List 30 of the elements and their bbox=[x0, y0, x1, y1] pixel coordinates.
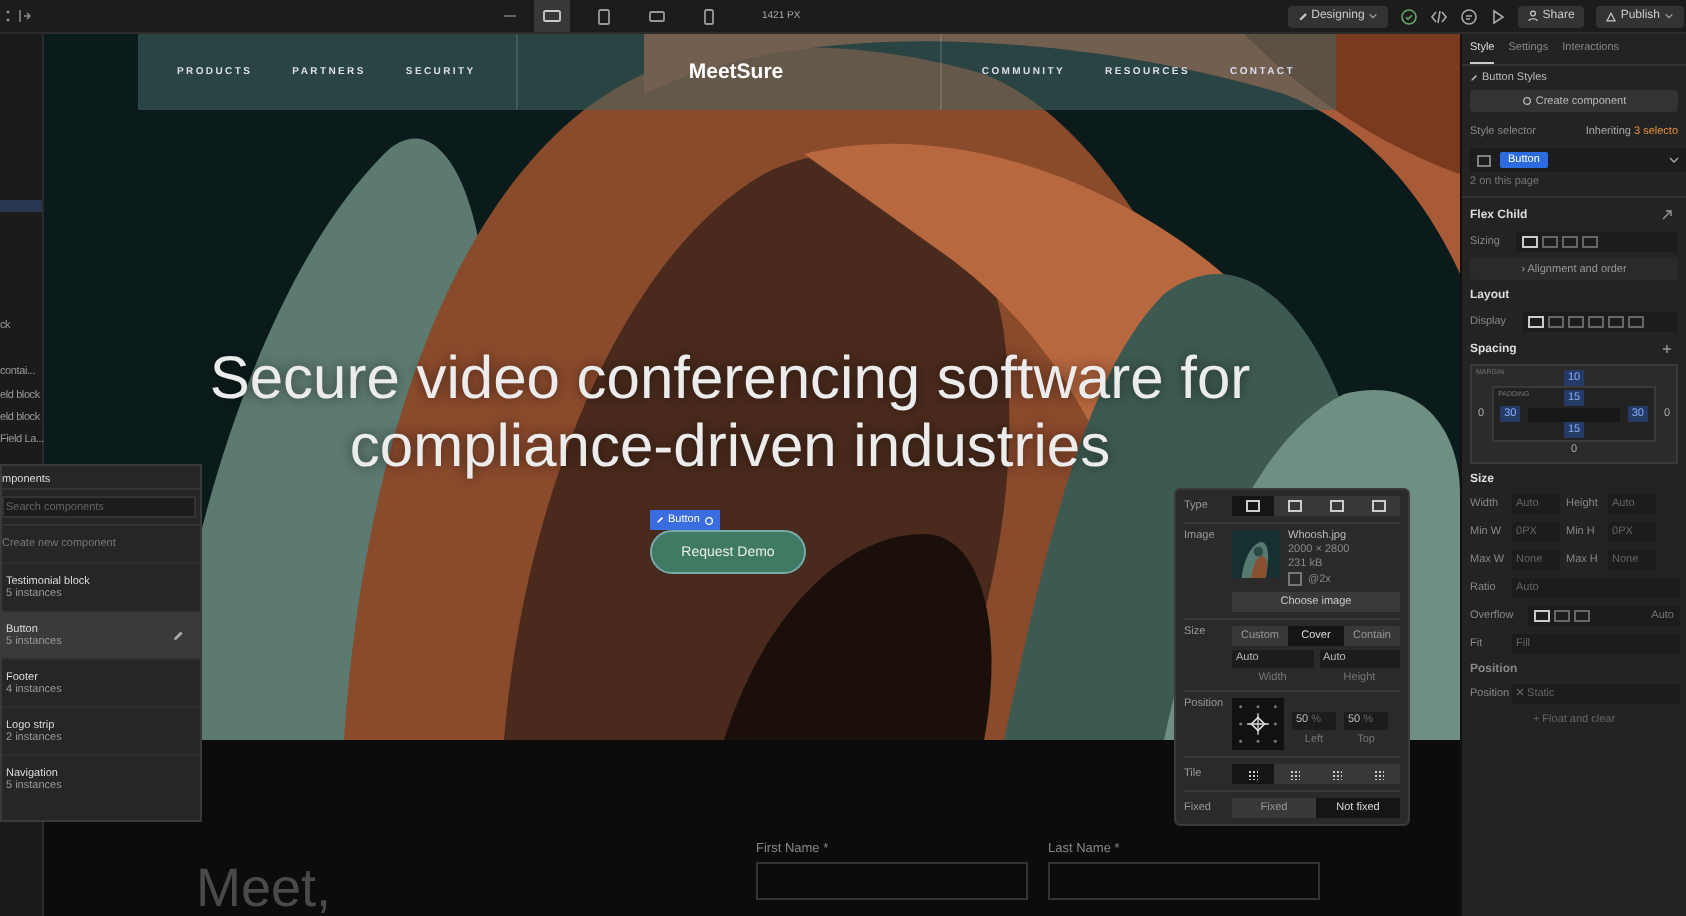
chevron-down-icon bbox=[1664, 12, 1674, 20]
play-icon[interactable] bbox=[1490, 7, 1507, 25]
comment-icon[interactable] bbox=[1460, 7, 1479, 25]
chevron-down-icon bbox=[1668, 156, 1680, 164]
tablet-icon bbox=[596, 7, 612, 25]
display-control[interactable] bbox=[1522, 312, 1678, 332]
phone-icon bbox=[701, 7, 715, 25]
input-field[interactable] bbox=[756, 862, 1028, 900]
tile-option[interactable] bbox=[1232, 764, 1274, 784]
menu-icon[interactable] bbox=[2, 8, 14, 24]
panel-toggle-icon[interactable] bbox=[18, 8, 32, 24]
check-circle-icon[interactable] bbox=[1400, 7, 1419, 25]
chevron-down-icon bbox=[1368, 12, 1379, 20]
pencil-icon bbox=[1470, 74, 1478, 82]
monitor-icon bbox=[542, 8, 562, 24]
triangle-icon bbox=[1606, 11, 1617, 21]
code-icon[interactable] bbox=[1430, 7, 1449, 25]
expand-icon[interactable] bbox=[1660, 208, 1674, 222]
plus-icon[interactable] bbox=[1660, 342, 1674, 356]
pencil-icon bbox=[1297, 11, 1308, 21]
content-box bbox=[1528, 407, 1620, 421]
desktop-view-button[interactable] bbox=[534, 0, 570, 32]
tablet-landscape-icon bbox=[647, 8, 665, 24]
cross-icon bbox=[1516, 688, 1524, 696]
input-field[interactable] bbox=[1048, 862, 1320, 900]
section-heading: Meet, bbox=[196, 856, 332, 916]
selector-icon bbox=[1476, 153, 1492, 167]
minus-icon[interactable] bbox=[502, 10, 518, 22]
person-icon bbox=[1528, 10, 1539, 22]
sizing-control[interactable] bbox=[1515, 232, 1678, 252]
